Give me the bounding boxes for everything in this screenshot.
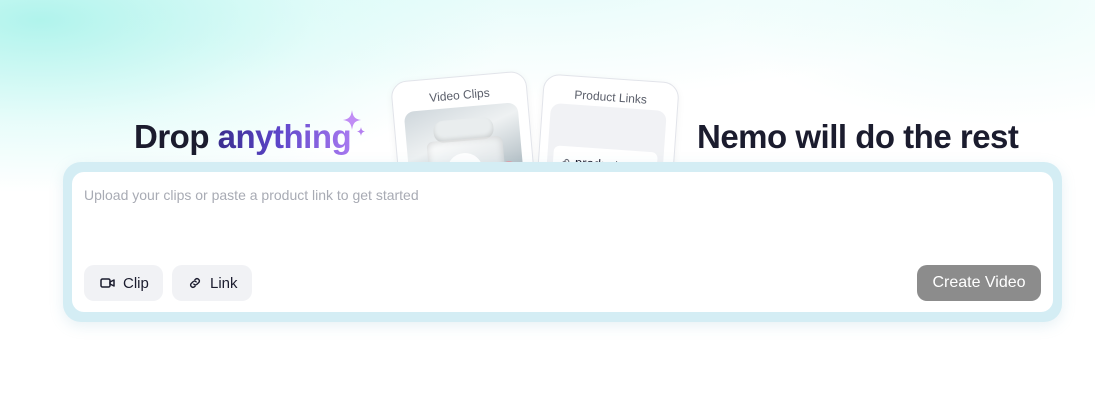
clip-button-label: Clip (123, 274, 149, 292)
clip-button[interactable]: Clip (84, 265, 163, 301)
link-icon (190, 278, 200, 288)
composer-input-area[interactable]: Upload your clips or paste a product lin… (72, 172, 1053, 312)
link-button[interactable]: Link (172, 265, 252, 301)
link-button-label: Link (210, 274, 238, 292)
composer-placeholder[interactable]: Upload your clips or paste a product lin… (84, 187, 419, 203)
headline-highlight: anything (217, 118, 352, 155)
video-camera-icon (100, 278, 115, 288)
composer-panel: Upload your clips or paste a product lin… (63, 162, 1062, 322)
headline-right: Nemo will do the rest (697, 118, 1019, 155)
headline-left: Drop anything (134, 118, 352, 156)
sparkle-icon (343, 110, 365, 136)
headline-left-prefix: Drop (134, 118, 218, 155)
create-video-button[interactable]: Create Video (917, 265, 1041, 301)
